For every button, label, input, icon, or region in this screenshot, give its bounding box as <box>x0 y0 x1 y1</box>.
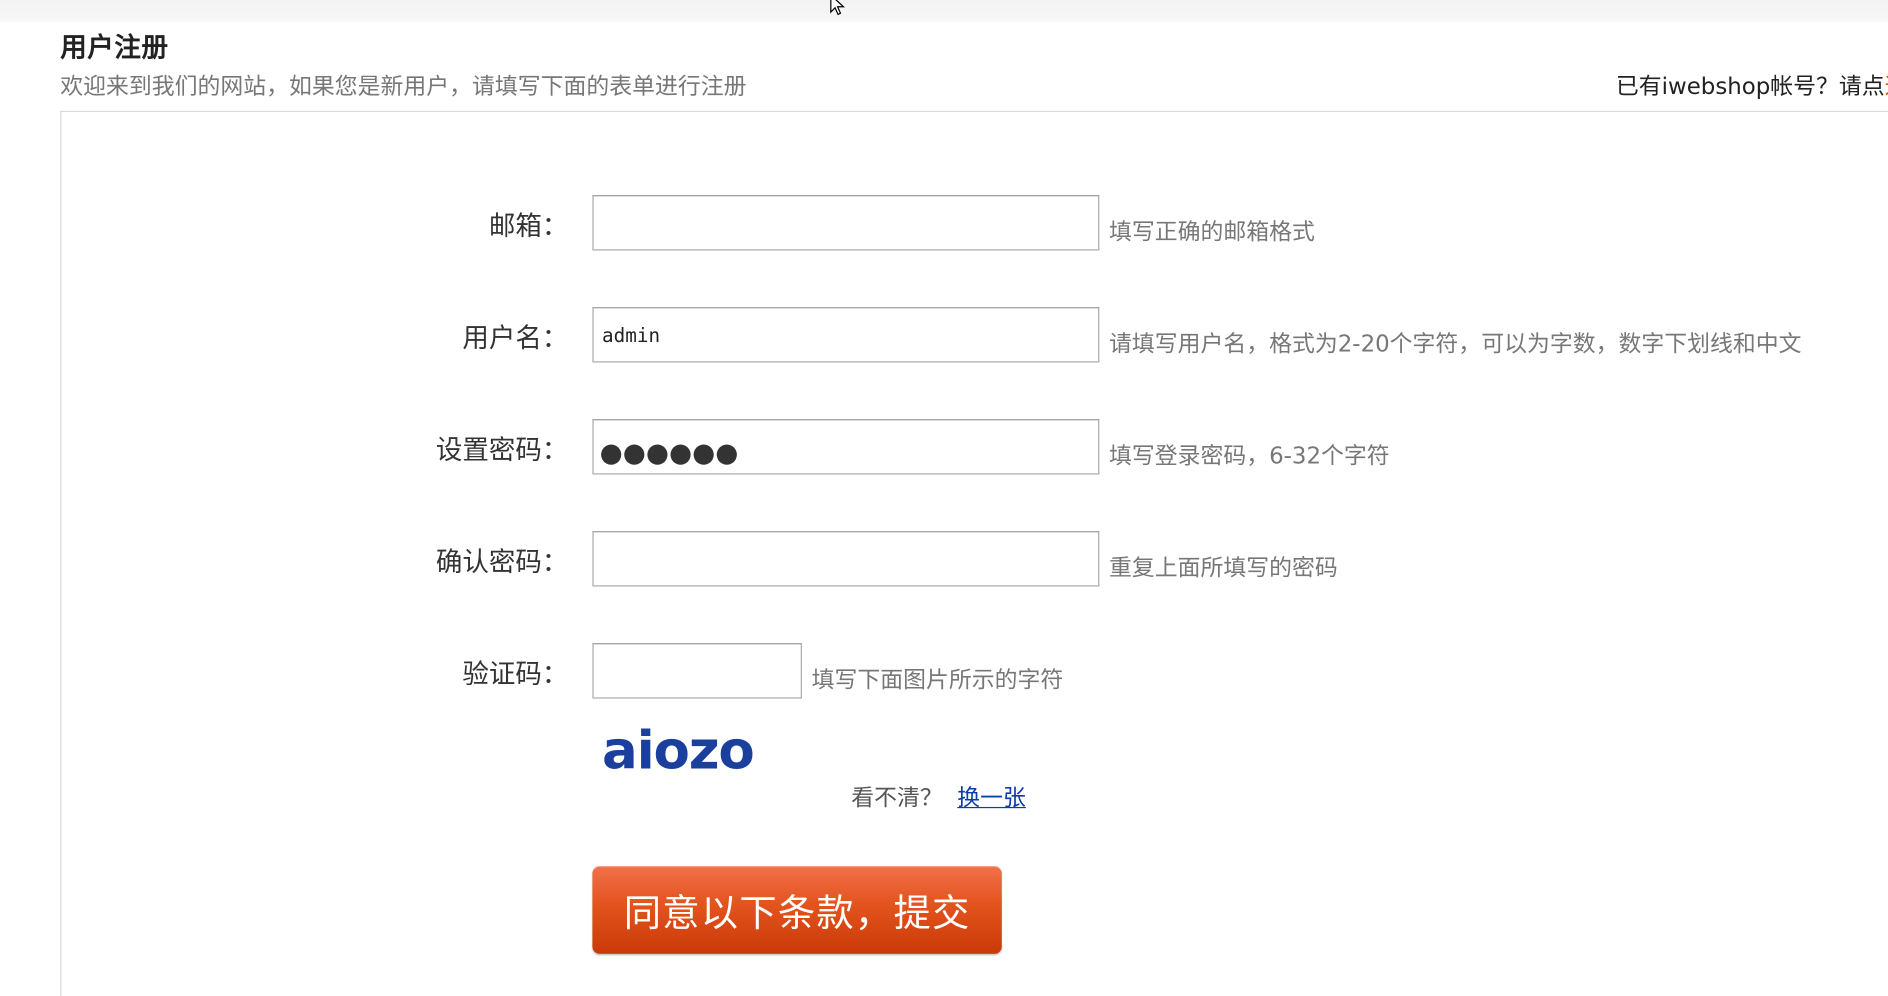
email-hint: 填写正确的邮箱格式 <box>1108 219 1315 246</box>
username-label: 用户名： <box>462 323 569 355</box>
submit-button[interactable]: 同意以下条款，提交 <box>592 865 1002 954</box>
mouse-pointer-icon <box>830 0 846 16</box>
email-field[interactable] <box>592 195 1100 251</box>
username-field[interactable] <box>592 307 1100 363</box>
captcha-refresh-prompt: 看不清？ <box>851 785 943 812</box>
login-prompt: 已有iwebshop帐号？请点 <box>1615 73 1885 100</box>
password-label: 设置密码： <box>435 435 569 467</box>
password-field[interactable] <box>592 419 1100 475</box>
login-link[interactable]: 这 <box>1885 73 1888 99</box>
confirm-password-field[interactable] <box>592 531 1100 587</box>
login-hint: 已有iwebshop帐号？请点这 <box>1616 69 1888 102</box>
captcha-input[interactable] <box>592 643 802 699</box>
page-title: 用户注册 <box>60 33 169 64</box>
password-hint: 填写登录密码，6-32个字符 <box>1108 443 1390 470</box>
page-subtitle: 欢迎来到我们的网站，如果您是新用户，请填写下面的表单进行注册 <box>60 73 747 100</box>
top-bar <box>0 0 1888 22</box>
captcha-image[interactable]: aiozo <box>595 715 764 792</box>
captcha-refresh-link[interactable]: 换一张 <box>957 780 1026 813</box>
captcha-hint: 填写下面图片所示的字符 <box>811 667 1064 694</box>
confirm-password-label: 确认密码： <box>435 548 569 579</box>
viewport: 用户注册 欢迎来到我们的网站，如果您是新用户，请填写下面的表单进行注册 已有iw… <box>0 0 1888 996</box>
captcha-label: 验证码： <box>462 660 569 691</box>
username-hint: 请填写用户名，格式为2-20个字符，可以为字数，数字下划线和中文 <box>1108 331 1802 358</box>
captcha-image-text: aiozo <box>602 720 755 782</box>
confirm-password-hint: 重复上面所填写的密码 <box>1108 555 1338 582</box>
email-label: 邮箱： <box>488 211 569 243</box>
